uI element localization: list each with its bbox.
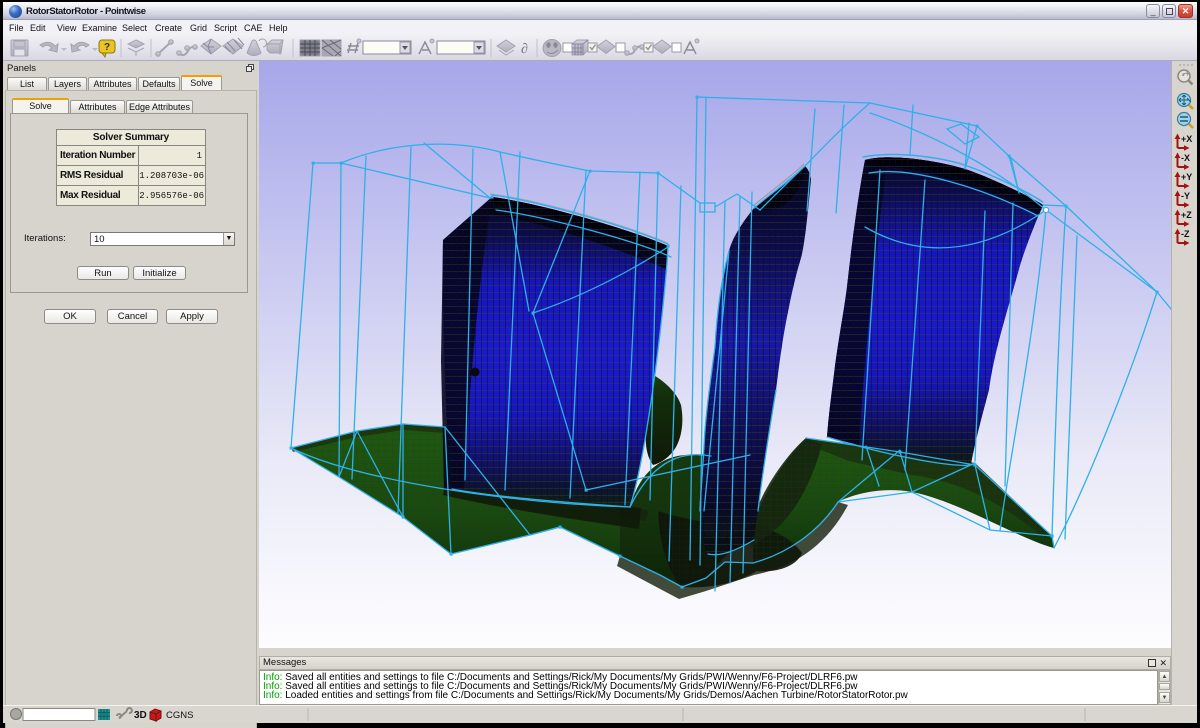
svg-text:+Y: +Y: [1181, 172, 1192, 182]
svg-text:∂: ∂: [521, 42, 528, 57]
svg-text:CGNS: CGNS: [166, 710, 193, 721]
svg-text:-Y: -Y: [1181, 191, 1190, 201]
svg-text:-X: -X: [1181, 153, 1190, 163]
svg-text:?: ?: [104, 42, 110, 53]
svg-text:+X: +X: [1181, 134, 1192, 144]
svg-text:+Z: +Z: [1181, 210, 1192, 220]
svg-text:-Z: -Z: [1181, 229, 1190, 239]
svg-text:3D: 3D: [134, 710, 147, 721]
